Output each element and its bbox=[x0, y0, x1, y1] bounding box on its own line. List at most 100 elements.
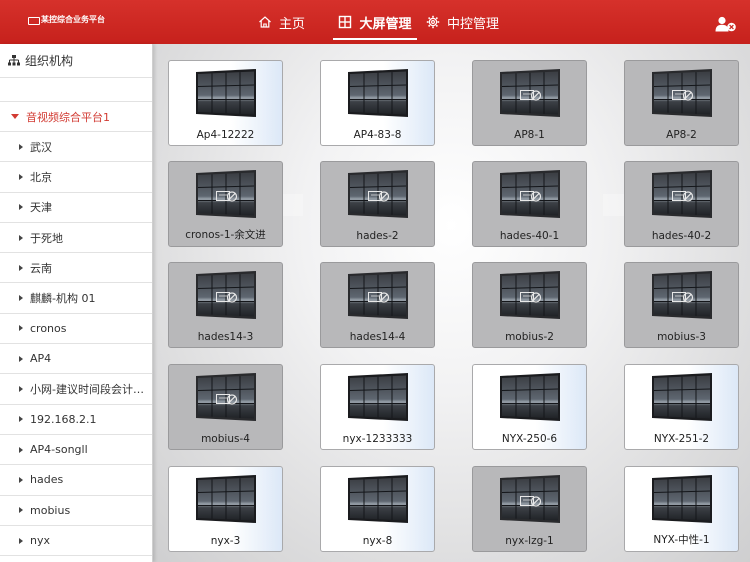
offline-icon bbox=[520, 191, 542, 202]
collapsed-arrow-icon bbox=[19, 234, 23, 241]
screen-card[interactable]: hades14-4 bbox=[320, 262, 435, 348]
nav-home-label: 主页 bbox=[279, 16, 306, 32]
video-wall-icon bbox=[348, 475, 408, 523]
tree-item[interactable]: 于死地 bbox=[0, 223, 152, 254]
collapsed-arrow-icon bbox=[19, 143, 23, 150]
screen-card-label: AP8-1 bbox=[514, 129, 545, 141]
sidebar-title: 组织机构 bbox=[25, 54, 74, 68]
tree-item[interactable]: nyx bbox=[0, 526, 152, 557]
nav-screen-label: 大屏管理 bbox=[359, 16, 412, 32]
screen-card[interactable]: nyx-1233333 bbox=[320, 364, 435, 450]
collapsed-arrow-icon bbox=[19, 386, 23, 393]
tree-item-label: 小网-建议时间段会计… bbox=[30, 383, 144, 397]
video-wall-icon bbox=[196, 69, 256, 117]
tree-item[interactable]: cronos bbox=[0, 314, 152, 345]
screen-card[interactable]: NYX-250-6 bbox=[472, 364, 587, 450]
screen-card[interactable]: NYX-中性-1 bbox=[624, 466, 739, 552]
tree-item[interactable]: 武汉 bbox=[0, 132, 152, 163]
screen-card[interactable]: mobius-3 bbox=[624, 262, 739, 348]
tree-item[interactable]: 麒麟-机构 01 bbox=[0, 283, 152, 314]
tree-item[interactable]: hades bbox=[0, 465, 152, 496]
org-tree-icon bbox=[8, 55, 20, 66]
screen-card[interactable]: AP8-1 bbox=[472, 60, 587, 146]
screen-card-label: hades-2 bbox=[356, 230, 399, 242]
offline-icon bbox=[520, 90, 542, 101]
offline-icon bbox=[672, 292, 694, 303]
tree-item[interactable]: 云南 bbox=[0, 253, 152, 284]
collapsed-arrow-icon bbox=[19, 507, 23, 514]
collapsed-arrow-icon bbox=[19, 325, 23, 332]
tree-item[interactable]: mobius bbox=[0, 496, 152, 526]
screen-card[interactable]: hades-40-2 bbox=[624, 161, 739, 247]
tree-item[interactable]: 天津 bbox=[0, 193, 152, 223]
tree-item[interactable]: 北京 bbox=[0, 162, 152, 193]
tree-children: 武汉北京 天津于死地云南 麒麟-机构 01 cronos AP4 小网-建议时间段会计… 1… bbox=[0, 132, 152, 557]
screen-card[interactable]: NYX-251-2 bbox=[624, 364, 739, 450]
tree-item-label: AP4 bbox=[30, 352, 52, 366]
screen-card-label: NYX-251-2 bbox=[653, 433, 710, 445]
tree-item-label: AP4-songll bbox=[30, 443, 88, 457]
video-wall-icon bbox=[500, 373, 560, 421]
video-wall-icon bbox=[652, 373, 712, 421]
nav-home[interactable]: 主页 bbox=[258, 0, 305, 44]
nav-screen-management[interactable]: 大屏管理 bbox=[333, 0, 417, 44]
offline-icon bbox=[216, 191, 238, 202]
screen-card-label: nyx-lzg-1 bbox=[505, 535, 554, 547]
org-sidebar: 组织机构 音视频综合平台1 武汉北京 天津于死地云南 麒麟-机构 01 cronos A… bbox=[0, 44, 153, 562]
screen-card-label: NYX-250-6 bbox=[501, 433, 558, 445]
screen-card-label: mobius-3 bbox=[657, 331, 706, 343]
tree-root[interactable]: 音视频综合平台1 bbox=[0, 102, 152, 132]
tree-item[interactable]: AP4-songll bbox=[0, 435, 152, 466]
top-bar: 某控综合业务平台 主页 大屏管理 中控管理 bbox=[0, 0, 750, 44]
screen-card[interactable]: Ap4-12222 bbox=[168, 60, 283, 146]
screen-card[interactable]: cronos-1-余文进 bbox=[168, 161, 283, 247]
tree-item[interactable]: 192.168.2.1 bbox=[0, 405, 152, 435]
screen-card[interactable]: hades-40-1 bbox=[472, 161, 587, 247]
screen-card-label: nyx-1233333 bbox=[342, 433, 413, 445]
screen-card-label: mobius-2 bbox=[505, 331, 554, 343]
offline-icon bbox=[672, 90, 694, 101]
collapsed-arrow-icon bbox=[19, 264, 23, 271]
screen-card[interactable]: hades14-3 bbox=[168, 262, 283, 348]
video-wall-icon bbox=[348, 69, 408, 117]
screen-card-label: AP4-83-8 bbox=[353, 129, 402, 141]
screen-card[interactable]: nyx-lzg-1 bbox=[472, 466, 587, 552]
expand-arrow-icon bbox=[11, 114, 19, 119]
screen-card-label: hades14-3 bbox=[197, 331, 254, 343]
screen-card[interactable]: AP4-83-8 bbox=[320, 60, 435, 146]
screen-card[interactable]: mobius-4 bbox=[168, 364, 283, 450]
sidebar-spacer bbox=[0, 78, 152, 102]
tree-item[interactable]: AP4 bbox=[0, 344, 152, 375]
collapsed-arrow-icon bbox=[19, 173, 23, 180]
tree-item-label: nyx bbox=[30, 534, 50, 547]
tree-root-label: 音视频综合平台1 bbox=[26, 110, 110, 124]
user-logout-icon[interactable] bbox=[715, 16, 737, 32]
screen-card-label: NYX-中性-1 bbox=[653, 534, 710, 546]
offline-icon bbox=[216, 292, 238, 303]
tree-item[interactable]: 小网-建议时间段会计… bbox=[0, 374, 152, 405]
screen-card[interactable]: mobius-2 bbox=[472, 262, 587, 348]
offline-icon bbox=[368, 191, 390, 202]
screen-grid-area: Ap4-12222 AP4-83-8 AP8-1 AP8-2 cronos-1-… bbox=[153, 44, 750, 562]
tree-item-label: 192.168.2.1 bbox=[30, 412, 97, 426]
screen-card[interactable]: hades-2 bbox=[320, 161, 435, 247]
screen-card[interactable]: nyx-8 bbox=[320, 466, 435, 552]
screen-card[interactable]: nyx-3 bbox=[168, 466, 283, 552]
screen-card-label: Ap4-12222 bbox=[196, 129, 255, 141]
collapsed-arrow-icon bbox=[19, 355, 23, 362]
nav-central-control[interactable]: 中控管理 bbox=[426, 0, 499, 44]
offline-icon bbox=[672, 191, 694, 202]
tree-item-label: 武汉 bbox=[30, 140, 52, 154]
main-nav: 主页 大屏管理 中控管理 bbox=[0, 0, 750, 44]
screen-card-label: hades-40-2 bbox=[651, 230, 712, 242]
home-icon bbox=[259, 16, 271, 28]
screen-card-label: hades14-4 bbox=[349, 331, 406, 343]
video-wall-icon bbox=[348, 373, 408, 421]
tree-item-label: 于死地 bbox=[30, 231, 63, 245]
screen-card[interactable]: AP8-2 bbox=[624, 60, 739, 146]
video-wall-icon bbox=[652, 475, 712, 523]
collapsed-arrow-icon bbox=[19, 295, 23, 302]
tree-item-label: mobius bbox=[30, 503, 71, 517]
collapsed-arrow-icon bbox=[19, 416, 23, 423]
sidebar-header: 组织机构 bbox=[0, 44, 152, 78]
